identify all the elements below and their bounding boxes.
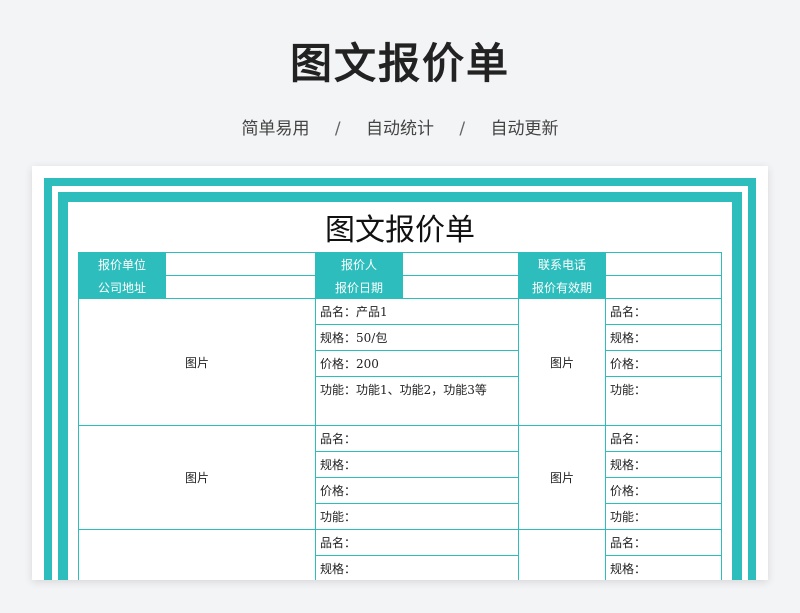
value-quote-company[interactable] (165, 252, 316, 276)
label-phone: 联系电话 (518, 252, 606, 276)
value-quoter[interactable] (402, 252, 519, 276)
page-title: 图文报价单 (289, 39, 510, 88)
document-title: 图文报价单 (325, 213, 475, 248)
quote-table: 报价单位 报价人 联系电话 公司地址 报价日期 报价有效期 图片 品名：产品1 … (78, 252, 722, 580)
product-row: 图片 品名： 图片 品名： (78, 425, 722, 530)
value-quote-date[interactable] (402, 275, 519, 299)
label-quote-company: 报价单位 (78, 252, 166, 276)
product-spec[interactable]: 规格： (605, 555, 722, 580)
product-spec[interactable]: 规格： (315, 555, 519, 580)
product-price[interactable]: 价格：200 (315, 350, 519, 377)
product-function[interactable]: 功能： (315, 503, 519, 530)
sheet: 图文报价单 报价单位 报价人 联系电话 公司地址 报价日期 报价有效期 图片 品… (68, 202, 732, 580)
product-image-cell[interactable] (78, 529, 316, 580)
subtitle-separator: / (459, 119, 466, 139)
value-validity[interactable] (605, 275, 722, 299)
product-row: 图片 品名：产品1 图片 品名： (78, 298, 722, 426)
quote-sheet-preview: 图文报价单 报价单位 报价人 联系电话 公司地址 报价日期 报价有效期 图片 品… (32, 166, 768, 580)
product-function[interactable]: 功能： (605, 503, 722, 530)
product-name[interactable]: 品名： (605, 425, 722, 452)
info-row: 公司地址 报价日期 报价有效期 (78, 275, 722, 299)
product-function[interactable]: 功能： (605, 376, 722, 426)
product-row: 品名： 品名： (78, 529, 722, 580)
product-spec[interactable]: 规格： (605, 324, 722, 351)
product-price[interactable]: 价格： (605, 477, 722, 504)
value-phone[interactable] (605, 252, 722, 276)
subtitle-item-auto-stats: 自动统计 (366, 119, 434, 139)
product-spec[interactable]: 规格： (605, 451, 722, 478)
product-spec[interactable]: 规格：50/包 (315, 324, 519, 351)
value-company-address[interactable] (165, 275, 316, 299)
product-name[interactable]: 品名： (605, 298, 722, 325)
product-image-cell[interactable]: 图片 (78, 425, 316, 530)
product-name[interactable]: 品名： (605, 529, 722, 556)
label-quoter: 报价人 (315, 252, 403, 276)
product-name[interactable]: 品名： (315, 529, 519, 556)
product-price[interactable]: 价格： (315, 477, 519, 504)
subtitle: 简单易用 / 自动统计 / 自动更新 (0, 114, 800, 139)
info-row: 报价单位 报价人 联系电话 (78, 252, 722, 276)
product-name[interactable]: 品名： (315, 425, 519, 452)
product-image-cell[interactable] (518, 529, 606, 580)
product-name[interactable]: 品名：产品1 (315, 298, 519, 325)
subtitle-item-auto-update: 自动更新 (490, 119, 559, 139)
product-image-cell[interactable]: 图片 (518, 298, 606, 426)
product-price[interactable]: 价格： (605, 350, 722, 377)
product-function[interactable]: 功能：功能1、功能2，功能3等 (315, 376, 519, 426)
product-image-cell[interactable]: 图片 (518, 425, 606, 530)
subtitle-separator: / (334, 119, 341, 139)
label-validity: 报价有效期 (518, 275, 606, 299)
label-company-address: 公司地址 (78, 275, 166, 299)
label-quote-date: 报价日期 (315, 275, 403, 299)
product-image-cell[interactable]: 图片 (78, 298, 316, 426)
subtitle-item-easy: 简单易用 (241, 119, 310, 139)
product-spec[interactable]: 规格： (315, 451, 519, 478)
